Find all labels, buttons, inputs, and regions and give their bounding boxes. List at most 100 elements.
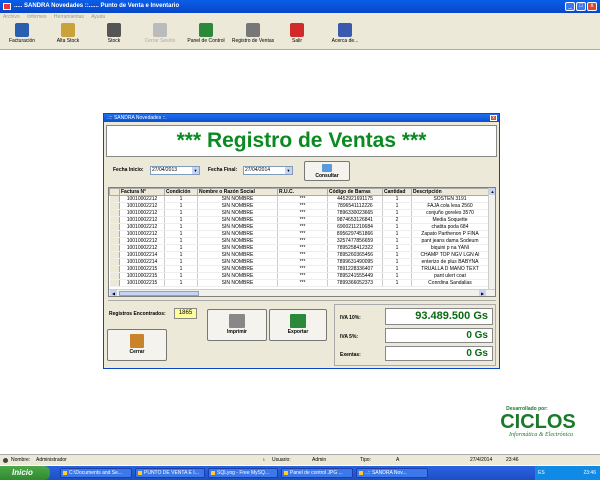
close-window-button[interactable]: x [587,2,597,11]
column-header[interactable]: Condición [164,188,198,196]
menu-ayuda[interactable]: Ayuda [91,14,105,20]
task-punto-venta[interactable]: PUNTO DE VENTA E I... [135,468,205,478]
scroll-left-icon[interactable]: ◀ [110,290,117,296]
scroll-up-icon[interactable]: ▲ [489,188,495,195]
chevron-down-icon[interactable]: ▼ [192,167,199,174]
row-selector[interactable] [109,202,120,210]
table-cell: pant ulert coat [411,272,489,280]
sales-table[interactable]: Factura N° Condición Nombre o Razón Social… [108,187,496,297]
system-tray: ES 23:46 [535,466,600,480]
table-row[interactable]: 10010002214 1 SIN NOMBRE *** 7899631490095 1 e… [109,258,489,266]
fecha-final-picker[interactable]: 27/04/2014 ▼ [243,166,293,175]
facturacion-button[interactable]: Facturación [4,23,40,49]
divider [108,300,496,301]
task-sqlyog[interactable]: SQLyog - Free MySQ... [208,468,278,478]
row-selector[interactable] [109,223,120,231]
start-button[interactable]: Inicio [0,466,50,480]
row-selector[interactable] [109,251,120,259]
task-documents[interactable]: C:\Documents and Se... [60,468,132,478]
column-header[interactable]: Código de Barras [327,188,383,196]
scroll-right-icon[interactable]: ▶ [479,290,486,296]
table-cell: 7895258412322 [327,244,383,252]
menu-informes[interactable]: Informes [27,14,46,20]
table-cell: 10010002214 [119,251,165,259]
table-row[interactable]: 10010002212 1 SIN NOMBRE *** 9874653126841 2 M… [109,216,489,224]
panel-de-control-button[interactable]: Panel de Control [185,23,227,49]
column-header[interactable]: Nombre o Razón Social [197,188,278,196]
column-header[interactable]: Cantidad [382,188,412,196]
exentas-value: 0 Gs [385,346,493,361]
table-row[interactable]: 10010002212 1 SIN NOMBRE *** 7895258412322 1 b… [109,244,489,252]
column-header[interactable]: Factura N° [119,188,165,196]
salir-button[interactable]: Salir [286,23,308,49]
table-vertical-scrollbar[interactable]: ▲ [488,188,495,289]
table-row[interactable]: 10010002212 1 SIN NOMBRE *** 8956297451866 1 Z… [109,230,489,238]
minimize-button[interactable]: _ [565,2,575,11]
row-selector[interactable] [109,279,120,287]
table-row[interactable]: 10010002212 1 SIN NOMBRE *** 4452921691175 1 S… [109,195,489,203]
row-selector[interactable] [109,216,120,224]
table-cell: 7895260365456 [327,251,383,259]
row-selector[interactable] [109,195,120,203]
task-sandra[interactable]: ..:: SANDRA Nov... [356,468,428,478]
calculator-icon [15,23,29,37]
acerca-de-button[interactable]: Acerca de... [328,23,362,49]
row-selector[interactable] [109,258,120,266]
cerrar-sesion-button[interactable]: Cerrar Sesión [142,23,178,49]
table-cell: pant jeans dama Sodeum [411,237,489,245]
table-row[interactable]: 10010002215 1 SIN NOMBRE *** 7891228336407 1 T… [109,265,489,273]
menu-bar: Archivo Informes Herramientas Ayuda [0,13,600,22]
table-row[interactable]: 10010002214 1 SIN NOMBRE *** 7895260365456 1 C… [109,251,489,259]
table-cell: SOSTEN 3191 [411,195,489,203]
table-horizontal-scrollbar[interactable]: ◀ ▶ [109,289,495,296]
fecha-inicio-picker[interactable]: 27/04/2013 ▼ [150,166,200,175]
registro-de-ventas-button[interactable]: Registro de Ventas [230,23,276,49]
table-cell: *** [277,216,328,224]
language-indicator[interactable]: ES [538,470,545,476]
clock: 23:46 [583,470,596,476]
totals-panel: IVA 10%: 93.489.500 Gs IVA 5%: 0 Gs Exen… [334,304,496,366]
menu-herramientas[interactable]: Herramientas [54,14,84,20]
scroll-thumb[interactable] [119,291,199,296]
menu-archivo[interactable]: Archivo [3,14,20,20]
table-cell: 10010002212 [119,209,165,217]
stock-button[interactable]: Stock [99,23,129,49]
cerrar-button[interactable]: Cerrar [107,329,167,361]
table-cell: *** [277,223,328,231]
table-row[interactable]: 10010002212 1 SIN NOMBRE *** 6900211210684 1 c… [109,223,489,231]
app-icon [138,471,142,475]
row-selector[interactable] [109,209,120,217]
table-row[interactable]: 10010002215 1 SIN NOMBRE *** 7895241555449 1 p… [109,272,489,280]
nombre-label: Nombre: [11,457,31,463]
tipo-label: Tipo: [360,457,371,463]
table-cell: biquini p na YANI [411,244,489,252]
status-bar: Nombre: Administrador ♁ Usuario: Admin T… [0,454,600,465]
table-row[interactable]: 10010002212 1 SIN NOMBRE *** 7896330023665 1 c… [109,209,489,217]
task-panel-control[interactable]: Panel de control JPG ... [281,468,353,478]
table-row[interactable]: 10010002215 1 SIN NOMBRE *** 7899366052373 1 C… [109,279,489,287]
row-selector[interactable] [109,230,120,238]
table-row[interactable]: 10010002212 1 SIN NOMBRE *** 7896541112226 1 F… [109,202,489,210]
column-header[interactable] [109,188,120,196]
column-header[interactable]: R.U.C. [277,188,328,196]
hora-value: 23:46 [506,457,519,463]
row-selector[interactable] [109,265,120,273]
column-header[interactable]: Descripción [411,188,489,196]
table-row[interactable]: 10010002212 1 SIN NOMBRE *** 3257477856659 1 p… [109,237,489,245]
table-cell: 9874653126841 [327,216,383,224]
table-cell: 1 [164,223,198,231]
table-cell: 1 [164,237,198,245]
chevron-down-icon[interactable]: ▼ [285,167,292,174]
form-close-button[interactable]: x [490,115,497,121]
brand-logo: CICLOS [500,411,576,433]
consultar-button[interactable]: Consultar [304,161,350,181]
row-selector[interactable] [109,237,120,245]
table-cell: 1 [382,202,412,210]
row-selector[interactable] [109,272,120,280]
maximize-button[interactable]: □ [576,2,586,11]
table-cell: 1 [382,223,412,231]
exportar-button[interactable]: Exportar [269,309,327,341]
alta-stock-button[interactable]: Alta Stock [52,23,84,49]
imprimir-button[interactable]: Imprimir [207,309,267,341]
row-selector[interactable] [109,244,120,252]
